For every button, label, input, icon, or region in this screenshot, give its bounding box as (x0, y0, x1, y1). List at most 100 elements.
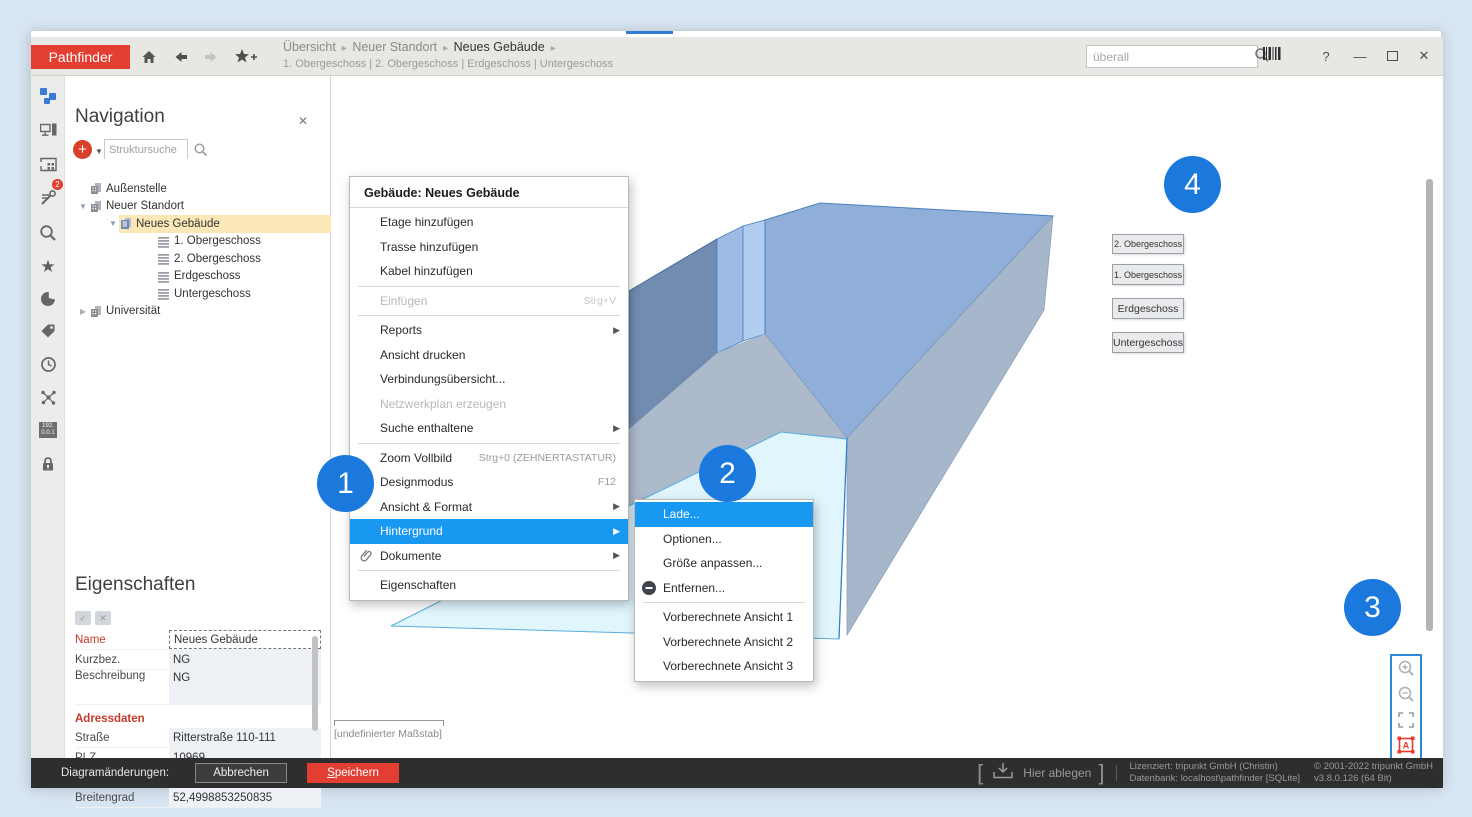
favorites-module-icon[interactable]: ★ (31, 251, 65, 281)
menu-item-hintergrund[interactable]: Hintergrund▶ (350, 519, 628, 544)
submenu-item-entfernen[interactable]: Entfernen... (635, 576, 813, 601)
canvas-scrollbar[interactable] (1426, 179, 1433, 631)
tree-expand-icon[interactable]: ▼ (107, 219, 119, 228)
properties-scrollbar[interactable] (312, 636, 318, 731)
tree-item-universitaet[interactable]: ▶ Universität (65, 303, 331, 321)
menu-item-ansicht-format[interactable]: Ansicht & Format▶ (350, 495, 628, 520)
property-value-input[interactable]: Ritterstraße 110-111 (169, 728, 321, 747)
module-iconbar: 2 ★ 192.0.0.1 (31, 76, 65, 758)
property-label: Straße (75, 732, 169, 744)
zoom-fit-icon[interactable] (1397, 711, 1415, 734)
tree-item-neues-gebaeude[interactable]: ▼ Neues Gebäude (65, 215, 331, 233)
minimize-button[interactable]: — (1347, 45, 1373, 67)
submenu-item-optionen[interactable]: Optionen... (635, 527, 813, 552)
tree-item-neuer-standort[interactable]: ▼ Neuer Standort (65, 198, 331, 216)
submenu-item-vorberechnete-ansicht-1[interactable]: Vorberechnete Ansicht 1 (635, 605, 813, 630)
navigation-close-icon[interactable]: ✕ (298, 114, 308, 128)
forward-icon[interactable] (201, 48, 221, 65)
floor-button-untergeschoss[interactable]: Untergeschoss (1112, 332, 1184, 353)
breadcrumb-item-current[interactable]: Neues Gebäude (454, 40, 556, 54)
property-value-input[interactable]: NG (169, 650, 321, 669)
submenu-item-groesse-anpassen[interactable]: Größe anpassen... (635, 551, 813, 576)
submenu-item-vorberechnete-ansicht-2[interactable]: Vorberechnete Ansicht 2 (635, 630, 813, 655)
breadcrumb: Übersicht Neuer Standort Neues Gebäude (283, 40, 558, 54)
submenu-item-vorberechnete-ansicht-3[interactable]: Vorberechnete Ansicht 3 (635, 654, 813, 679)
restore-button[interactable] (1379, 45, 1405, 67)
building-icon (89, 182, 102, 195)
property-value-input[interactable]: Neues Gebäude (169, 630, 321, 649)
back-icon[interactable] (171, 48, 191, 65)
view-tools: A (1390, 654, 1422, 758)
add-favorite-icon[interactable] (233, 48, 259, 65)
floor-icon (157, 252, 170, 265)
property-label: Kurzbez. (75, 654, 169, 666)
menu-item-suche-enthaltene[interactable]: Suche enthaltene▶ (350, 416, 628, 441)
barcode-scan-icon[interactable] (1263, 47, 1282, 67)
cancel-button[interactable]: Abbrechen (195, 763, 287, 783)
drop-zone[interactable]: [ Hier ablegen ] (977, 761, 1104, 786)
tree-item-2-obergeschoss[interactable]: 2. Obergeschoss (65, 250, 331, 268)
property-row-name: Name Neues Gebäude (75, 630, 321, 650)
app-logo[interactable]: Pathfinder (31, 45, 130, 69)
tree-item-erdgeschoss[interactable]: Erdgeschoss (65, 268, 331, 286)
zoom-out-icon[interactable] (1397, 685, 1416, 709)
menu-item-kabel-hinzufuegen[interactable]: Kabel hinzufügen (350, 259, 628, 284)
menu-item-eigenschaften[interactable]: Eigenschaften (350, 573, 628, 598)
menu-item-trasse-hinzufuegen[interactable]: Trasse hinzufügen (350, 235, 628, 260)
breadcrumb-item[interactable]: Neuer Standort (352, 40, 448, 54)
property-label: Breitengrad (75, 792, 169, 804)
search-module-icon[interactable] (31, 218, 65, 248)
submenu-arrow-icon: ▶ (613, 526, 620, 537)
breadcrumb-item[interactable]: Übersicht (283, 40, 347, 54)
label-tool-icon[interactable]: A (1397, 736, 1415, 758)
menu-item-verbindungsuebersicht[interactable]: Verbindungsübersicht... (350, 367, 628, 392)
workstation-module-icon[interactable] (31, 115, 65, 145)
callout-marker-2: 2 (699, 445, 756, 502)
floor-icon (157, 287, 170, 300)
floorplan-module-icon[interactable] (31, 149, 65, 179)
discard-properties-button[interactable]: ✕ (95, 611, 111, 625)
property-value-input[interactable]: NG (169, 670, 321, 704)
floor-button-2-obergeschoss[interactable]: 2. Obergeschoss (1112, 234, 1184, 254)
floor-button-erdgeschoss[interactable]: Erdgeschoss (1112, 298, 1184, 319)
close-button[interactable]: ✕ (1411, 45, 1437, 67)
tools-module-icon[interactable]: 2 (31, 183, 65, 213)
save-button[interactable]: Speichern (307, 763, 399, 783)
scale-bar (334, 720, 444, 726)
add-node-dropdown-icon[interactable]: ▼ (95, 147, 103, 156)
help-button[interactable]: ? (1313, 45, 1339, 67)
menu-item-dokumente[interactable]: Dokumente▶ (350, 544, 628, 569)
structure-module-icon[interactable] (31, 81, 65, 111)
network-module-icon[interactable] (31, 382, 65, 412)
menu-item-reports[interactable]: Reports▶ (350, 318, 628, 343)
tree-item-untergeschoss[interactable]: Untergeschoss (65, 285, 331, 303)
zoom-in-icon[interactable] (1397, 659, 1416, 683)
structure-search-icon[interactable] (193, 142, 208, 162)
menu-item-etage-hinzufuegen[interactable]: Etage hinzufügen (350, 210, 628, 235)
remove-icon (635, 580, 663, 596)
menu-item-ansicht-drucken[interactable]: Ansicht drucken (350, 343, 628, 368)
history-module-icon[interactable] (31, 349, 65, 379)
menu-item-designmodus[interactable]: ADesignmodusF12 (350, 470, 628, 495)
tree-item-1-obergeschoss[interactable]: 1. Obergeschoss (65, 233, 331, 251)
ip-module-icon[interactable]: 192.0.0.1 (31, 415, 65, 445)
menu-item-zoom-vollbild[interactable]: Zoom VollbildStrg+0 (ZEHNERTASTATUR) (350, 446, 628, 471)
property-value-input[interactable]: 52,4998853250835 (169, 788, 321, 807)
structure-search-input[interactable] (105, 141, 187, 159)
breadcrumb-floors[interactable]: 1. Obergeschoss | 2. Obergeschoss | Erdg… (283, 58, 613, 70)
reports-module-icon[interactable] (31, 283, 65, 313)
tree-expand-icon[interactable]: ▼ (77, 202, 89, 211)
tree-item-aussenstelle[interactable]: Außenstelle (65, 180, 331, 198)
property-row-kurzbez: Kurzbez. NG (75, 650, 321, 670)
home-icon[interactable] (139, 48, 159, 65)
add-node-button[interactable]: + (73, 140, 92, 159)
apply-properties-button[interactable]: ✓ (75, 611, 91, 625)
tags-module-icon[interactable] (31, 316, 65, 346)
tree-expand-icon[interactable]: ▶ (77, 307, 89, 316)
building-icon (119, 217, 132, 230)
property-label: Beschreibung (75, 670, 169, 682)
lock-module-icon[interactable] (31, 449, 65, 479)
floor-button-1-obergeschoss[interactable]: 1. Obergeschoss (1112, 264, 1184, 285)
submenu-item-lade[interactable]: Lade... (635, 502, 813, 527)
global-search-input[interactable] (1087, 50, 1254, 64)
